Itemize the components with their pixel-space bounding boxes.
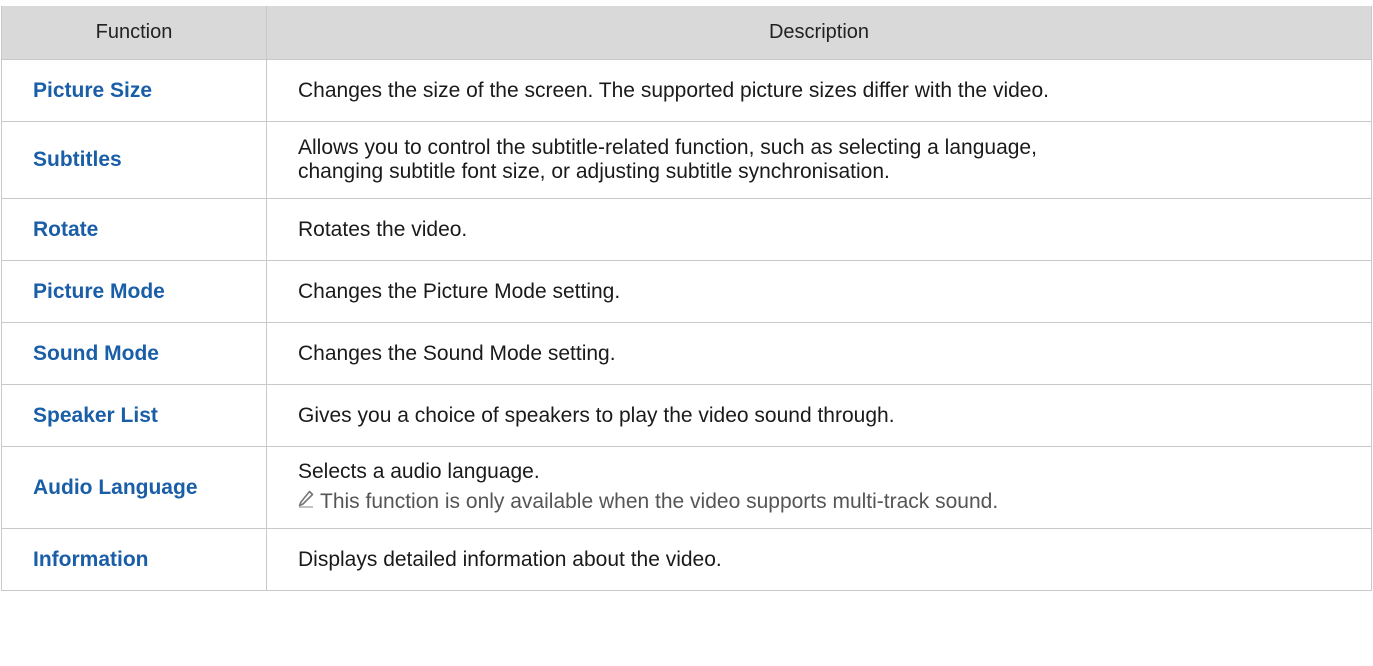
description-cell: Selects a audio language. This function … (266, 446, 1372, 529)
description-cell: Changes the size of the screen. The supp… (266, 59, 1372, 122)
function-audio-language[interactable]: Audio Language (1, 446, 267, 529)
table-row: Subtitles Allows you to control the subt… (1, 121, 1372, 199)
description-cell: Changes the Picture Mode setting. (266, 260, 1372, 323)
header-description: Description (266, 6, 1372, 60)
table-row: Picture Size Changes the size of the scr… (1, 59, 1372, 122)
table-row: Picture Mode Changes the Picture Mode se… (1, 260, 1372, 323)
note: This function is only available when the… (298, 490, 1351, 515)
function-picture-size[interactable]: Picture Size (1, 59, 267, 122)
description-line: Selects a audio language. (298, 460, 540, 483)
description-cell: Rotates the video. (266, 198, 1372, 261)
function-rotate[interactable]: Rotate (1, 198, 267, 261)
function-table-container: Function Description Picture Size Change… (1, 6, 1372, 591)
table-row: Speaker List Gives you a choice of speak… (1, 384, 1372, 447)
table-header-row: Function Description (1, 6, 1372, 60)
note-text: This function is only available when the… (320, 490, 999, 513)
function-subtitles[interactable]: Subtitles (1, 121, 267, 199)
pencil-icon (298, 490, 320, 515)
function-information[interactable]: Information (1, 528, 267, 591)
description-cell: Gives you a choice of speakers to play t… (266, 384, 1372, 447)
table-row: Rotate Rotates the video. (1, 198, 1372, 261)
description-line: Allows you to control the subtitle-relat… (298, 136, 1037, 159)
header-function: Function (1, 6, 267, 60)
table-row: Audio Language Selects a audio language.… (1, 446, 1372, 529)
function-sound-mode[interactable]: Sound Mode (1, 322, 267, 385)
table-row: Information Displays detailed informatio… (1, 528, 1372, 591)
function-table: Function Description Picture Size Change… (1, 6, 1372, 591)
description-line: changing subtitle font size, or adjustin… (298, 160, 890, 183)
function-speaker-list[interactable]: Speaker List (1, 384, 267, 447)
table-row: Sound Mode Changes the Sound Mode settin… (1, 322, 1372, 385)
pencil-icon-svg (298, 490, 314, 508)
function-picture-mode[interactable]: Picture Mode (1, 260, 267, 323)
description-cell: Allows you to control the subtitle-relat… (266, 121, 1372, 199)
description-cell: Displays detailed information about the … (266, 528, 1372, 591)
description-cell: Changes the Sound Mode setting. (266, 322, 1372, 385)
